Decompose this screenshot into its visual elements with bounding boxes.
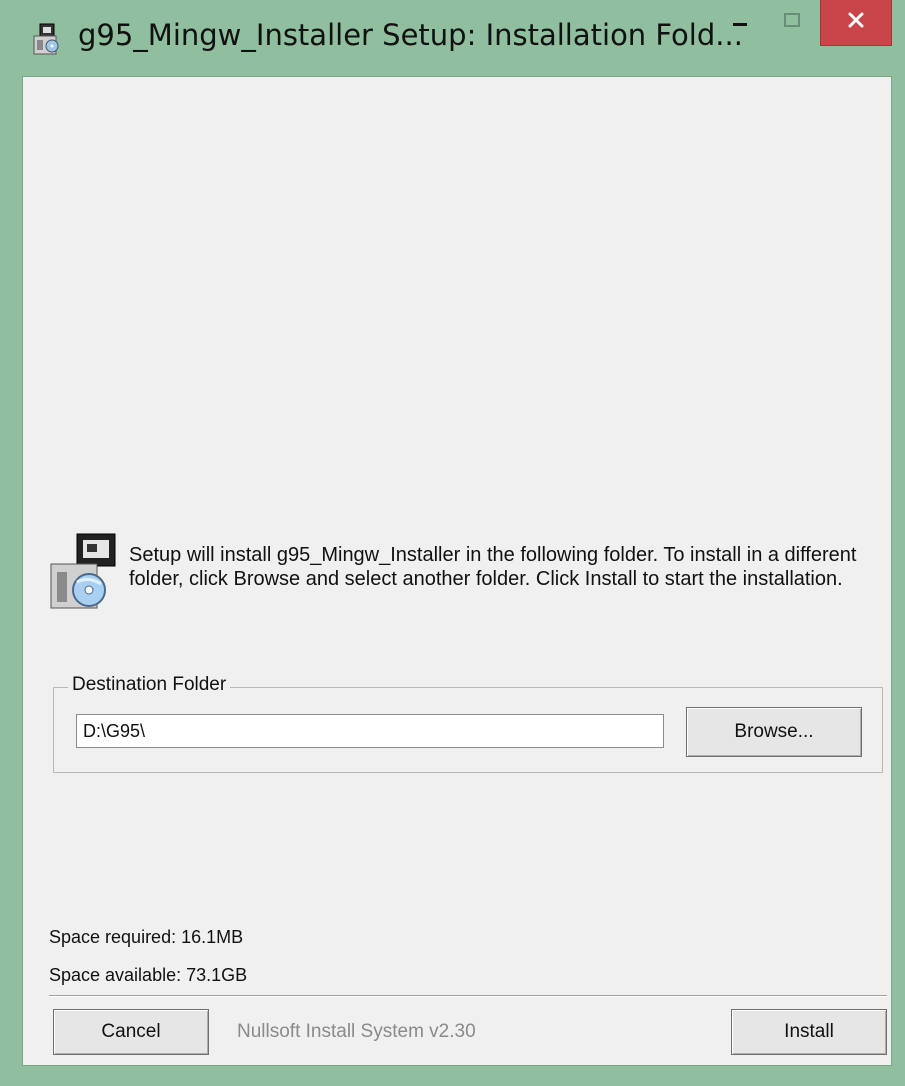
- minimize-icon: [730, 11, 750, 36]
- window-title: g95_Mingw_Installer Setup: Installation …: [78, 18, 743, 52]
- space-required-text: Space required: 16.1MB: [49, 927, 244, 947]
- installer-window: g95_Mingw_Installer Setup: Installation …: [0, 0, 905, 1086]
- close-button[interactable]: [820, 0, 892, 46]
- cancel-button[interactable]: Cancel: [53, 1009, 209, 1055]
- maximize-icon: [782, 11, 802, 36]
- dialog-body: Setup will install g95_Mingw_Installer i…: [22, 76, 892, 1066]
- install-button[interactable]: Install: [731, 1009, 887, 1055]
- title-bar[interactable]: g95_Mingw_Installer Setup: Installation …: [0, 0, 905, 76]
- browse-button[interactable]: Browse...: [686, 707, 862, 757]
- destination-folder-group: Destination Folder Browse...: [53, 674, 883, 773]
- space-available-text: Space available: 73.1GB: [49, 965, 248, 985]
- footer-divider: [49, 995, 887, 997]
- setup-disk-icon: [47, 532, 121, 614]
- destination-path-input[interactable]: [76, 714, 664, 748]
- nsis-branding-text: Nullsoft Install System v2.30: [237, 1021, 476, 1042]
- close-icon: [845, 9, 867, 36]
- destination-folder-label: Destination Folder: [68, 674, 231, 696]
- installer-icon[interactable]: [30, 22, 66, 58]
- instructions-text: Setup will install g95_Mingw_Installer i…: [129, 544, 857, 590]
- minimize-button[interactable]: [716, 0, 764, 46]
- maximize-button[interactable]: [768, 0, 816, 46]
